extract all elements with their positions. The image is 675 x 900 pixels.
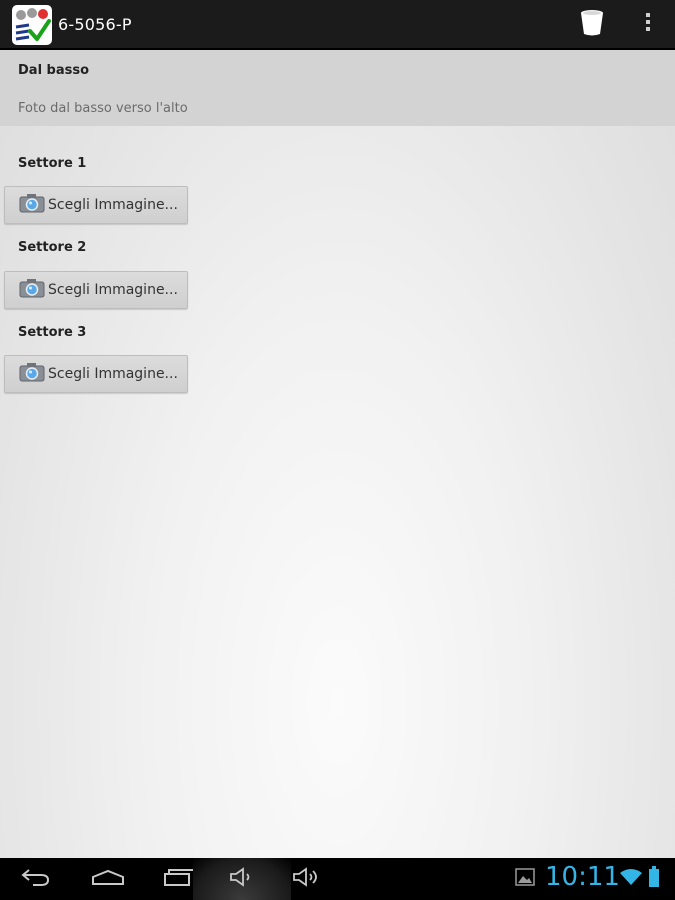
home-icon — [91, 869, 125, 889]
overflow-menu-button[interactable] — [628, 0, 668, 48]
sector-1-label: Settore 1 — [18, 156, 87, 171]
action-bar: 6-5056-P — [0, 0, 675, 50]
volume-up-button[interactable] — [286, 858, 326, 900]
section-title: Dal basso — [18, 63, 90, 78]
choose-image-button-sector-2[interactable]: Scegli Immagine... — [4, 271, 188, 309]
trash-icon — [579, 8, 605, 40]
camera-icon — [19, 193, 45, 217]
battery-icon — [648, 866, 660, 892]
camera-icon — [19, 362, 45, 386]
choose-image-label: Scegli Immagine... — [48, 366, 178, 382]
section-subtitle: Foto dal basso verso l'alto — [18, 101, 188, 116]
choose-image-button-sector-1[interactable]: Scegli Immagine... — [4, 186, 188, 224]
status-time: 10:11 — [545, 862, 620, 892]
section-header: Dal basso Foto dal basso verso l'alto — [0, 50, 675, 126]
volume-down-button[interactable] — [222, 858, 262, 900]
sector-2-label: Settore 2 — [18, 240, 87, 255]
trash-button[interactable] — [570, 0, 614, 48]
camera-icon — [19, 278, 45, 302]
home-button[interactable] — [86, 858, 130, 900]
sector-3-label: Settore 3 — [18, 325, 87, 340]
wifi-icon — [620, 868, 642, 890]
volume-down-icon — [228, 867, 256, 891]
volume-up-icon — [291, 867, 321, 891]
system-nav-bar: 10:11 — [0, 858, 675, 900]
wifi-indicator — [619, 858, 643, 900]
gallery-notification[interactable] — [512, 858, 538, 900]
recent-apps-button[interactable] — [158, 858, 198, 900]
back-icon — [21, 867, 51, 891]
choose-image-button-sector-3[interactable]: Scegli Immagine... — [4, 355, 188, 393]
back-button[interactable] — [14, 858, 58, 900]
choose-image-label: Scegli Immagine... — [48, 197, 178, 213]
overflow-menu-icon — [645, 12, 651, 36]
app-title: 6-5056-P — [58, 15, 132, 34]
battery-indicator — [645, 858, 663, 900]
recent-apps-icon — [163, 868, 193, 890]
choose-image-label: Scegli Immagine... — [48, 282, 178, 298]
gallery-notification-icon — [515, 868, 535, 890]
checklist-app-icon[interactable] — [12, 5, 52, 45]
